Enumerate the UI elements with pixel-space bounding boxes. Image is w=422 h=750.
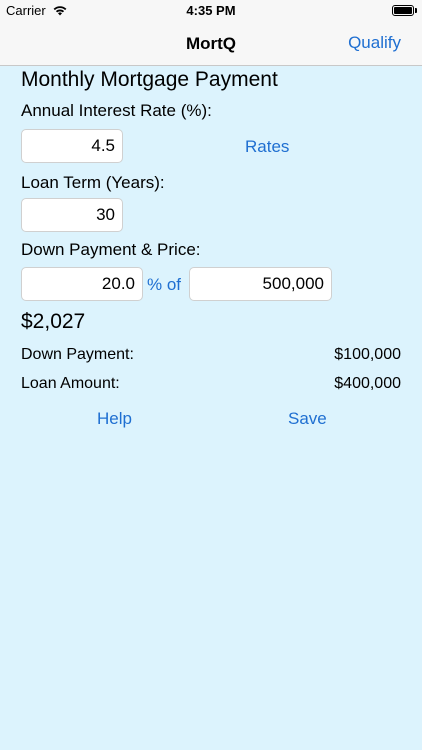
down-payment-result-value: $100,000 xyxy=(334,346,401,363)
down-payment-price-label: Down Payment & Price: xyxy=(21,240,201,259)
loan-amount-label: Loan Amount: xyxy=(21,375,120,392)
loan-term-field[interactable]: 30 xyxy=(21,198,123,232)
battery-icon xyxy=(392,5,417,16)
loan-amount-value: $400,000 xyxy=(334,375,401,392)
clock: 4:35 PM xyxy=(186,3,236,18)
help-button[interactable]: Help xyxy=(97,409,132,429)
section-title: Monthly Mortgage Payment xyxy=(21,68,278,91)
save-button[interactable]: Save xyxy=(288,409,327,429)
price-field[interactable]: 500,000 xyxy=(189,267,332,301)
navigation-bar: MortQ Qualify xyxy=(0,22,422,66)
qualify-button[interactable]: Qualify xyxy=(348,33,401,53)
down-payment-percent-field[interactable]: 20.0 xyxy=(21,267,143,301)
status-bar: Carrier 4:35 PM xyxy=(0,0,422,22)
interest-rate-field[interactable]: 4.5 xyxy=(21,129,123,163)
percent-of-text: % of xyxy=(147,275,182,294)
rates-link[interactable]: Rates xyxy=(245,137,289,157)
interest-rate-label: Annual Interest Rate (%): xyxy=(21,101,212,120)
down-payment-result-label: Down Payment: xyxy=(21,346,134,363)
loan-term-label: Loan Term (Years): xyxy=(21,173,165,192)
monthly-payment-value: $2,027 xyxy=(21,310,86,333)
